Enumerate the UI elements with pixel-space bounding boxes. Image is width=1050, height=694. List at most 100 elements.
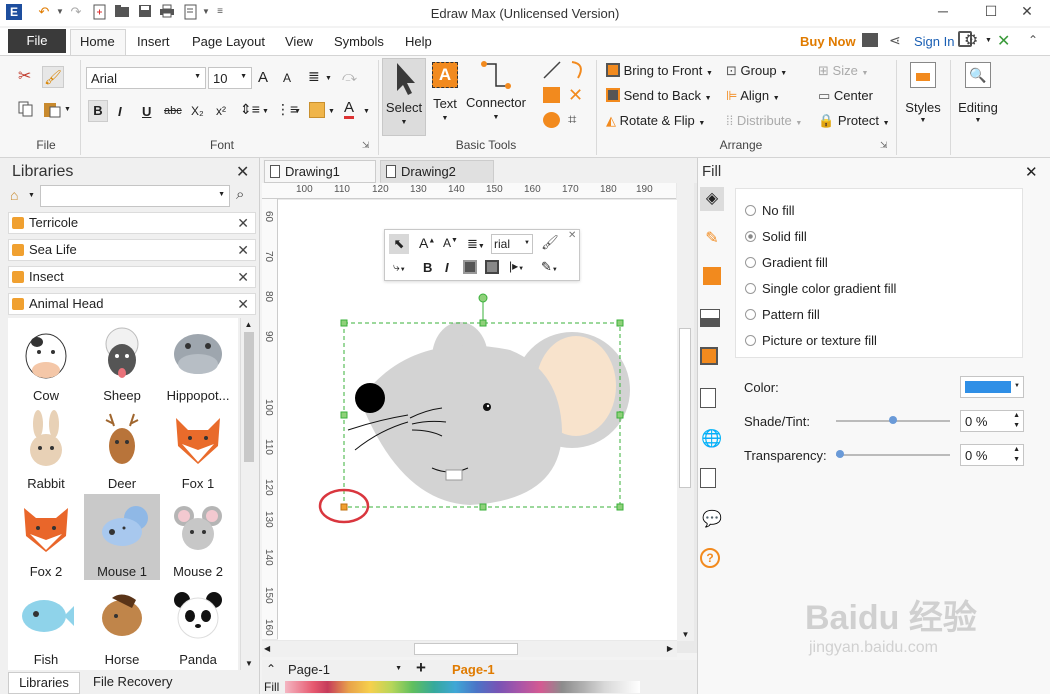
size-button[interactable]: ⊞ Size ▼ <box>818 63 868 79</box>
close-window-button[interactable]: ✕ <box>1004 0 1050 24</box>
tab-help[interactable]: Help <box>405 34 432 49</box>
pattern-fill-option[interactable]: Pattern fill <box>745 307 820 322</box>
cut-icon[interactable]: ✂ <box>18 66 31 86</box>
collapse-pages-icon[interactable]: ⌃ <box>266 662 276 676</box>
protect-button[interactable]: 🔒 Protect ▼ <box>818 113 890 129</box>
editing-button[interactable]: 🔍 Editing ▼ <box>954 60 1002 140</box>
styles-button[interactable]: Styles ▼ <box>900 60 946 140</box>
scroll-left-icon[interactable]: ◀ <box>264 644 270 653</box>
shape-mouse-1[interactable]: Mouse 1 <box>84 494 160 580</box>
tab-home[interactable]: Home <box>80 34 115 49</box>
collapse-ribbon-icon[interactable]: ⌃ <box>1028 33 1038 47</box>
shape-panda[interactable]: Panda <box>160 582 236 668</box>
dropdown-arrow-icon[interactable]: ▼ <box>262 108 269 115</box>
close-category-icon[interactable]: ✕ <box>237 213 249 233</box>
library-category-terricole[interactable]: Terricole ✕ <box>8 212 256 234</box>
format-painter-mini-icon[interactable]: 🖌 <box>541 234 559 251</box>
tab-page-layout[interactable]: Page Layout <box>192 34 265 49</box>
add-page-button[interactable]: + <box>416 658 426 678</box>
library-category-insect[interactable]: Insect ✕ <box>8 266 256 288</box>
line-tool-icon[interactable]: ✎ <box>700 227 724 251</box>
crop-icon[interactable]: ⌗ <box>568 111 576 128</box>
format-painter-icon[interactable]: 🖌 <box>42 66 64 88</box>
close-mini-toolbar-icon[interactable]: ✕ <box>568 230 576 241</box>
scrollbar-thumb[interactable] <box>679 328 691 488</box>
group-button[interactable]: ⊡ Group ▼ <box>726 63 787 79</box>
settings-gear-icon[interactable]: ⚙ <box>964 30 978 50</box>
copy-icon[interactable] <box>18 101 34 120</box>
color-palette[interactable] <box>285 681 640 693</box>
transparency-input[interactable]: 0 % ▲ ▼ <box>960 444 1024 466</box>
dropdown-arrow-icon[interactable]: ▼ <box>28 192 35 199</box>
sign-in-link[interactable]: Sign In <box>914 34 954 49</box>
tab-view[interactable]: View <box>285 34 313 49</box>
shape-rabbit[interactable]: Rabbit <box>8 406 84 492</box>
rotate-handle[interactable] <box>478 293 488 303</box>
rotate-flip-button[interactable]: ◭ Rotate & Flip ▼ <box>606 113 705 129</box>
page-tab-1[interactable]: Page-1 <box>452 662 495 677</box>
gradient-fill-option[interactable]: Gradient fill <box>745 255 828 270</box>
comment-tool-icon[interactable]: 💬 <box>700 508 724 532</box>
page-select[interactable]: Page-1 ▼ <box>284 661 406 679</box>
transparency-slider[interactable] <box>836 450 950 458</box>
close-libraries-icon[interactable]: ✕ <box>236 162 249 182</box>
close-fill-panel-icon[interactable]: ✕ <box>1025 163 1038 181</box>
dropdown-arrow-icon[interactable]: ▼ <box>64 106 71 113</box>
dropdown-arrow-icon[interactable]: ▼ <box>363 108 370 115</box>
shape-fox-1[interactable]: Fox 1 <box>160 406 236 492</box>
rectangle-shape-icon[interactable] <box>543 87 560 103</box>
connector-tool-button[interactable]: Connector ▼ <box>464 58 528 136</box>
text-direction-icon[interactable]: ⤼ <box>342 68 357 85</box>
no-fill-option[interactable]: No fill <box>745 203 795 218</box>
send-back-mini-icon[interactable] <box>485 260 499 274</box>
select-tool-button[interactable]: Select ▼ <box>382 58 426 136</box>
slider-thumb[interactable] <box>889 416 897 424</box>
spinner-icon[interactable]: ▲ ▼ <box>1013 411 1020 431</box>
file-recovery-tab[interactable]: File Recovery <box>93 674 172 689</box>
paste-icon[interactable] <box>42 100 62 121</box>
align-button[interactable]: ⊫ Align ▼ <box>726 88 780 104</box>
shape-sheep[interactable]: Sheep <box>84 318 160 404</box>
underline-button[interactable]: U <box>142 104 151 119</box>
style-mini-icon[interactable]: ✎▼ <box>541 259 558 275</box>
shade-tint-slider[interactable] <box>836 416 950 424</box>
shape-fox-2[interactable]: Fox 2 <box>8 494 84 580</box>
shape-cow[interactable]: Cow <box>8 318 84 404</box>
align-text-icon[interactable]: ≣ <box>308 68 320 85</box>
distribute-button[interactable]: ⁞⁞ Distribute ▼ <box>726 113 802 128</box>
shape-horse[interactable]: Horse <box>84 582 160 668</box>
close-category-icon[interactable]: ✕ <box>237 240 249 260</box>
search-icon[interactable]: ⌕ <box>236 186 244 203</box>
scroll-right-icon[interactable]: ▶ <box>667 644 673 653</box>
shrink-font-mini-button[interactable]: A▼ <box>443 236 458 250</box>
font-mini-select[interactable]: rial ▼ <box>491 234 533 254</box>
solid-fill-option[interactable]: Solid fill <box>745 229 807 244</box>
slider-thumb[interactable] <box>836 450 844 458</box>
font-name-select[interactable]: Arial ▼ <box>86 67 206 89</box>
resize-handle[interactable] <box>616 503 624 511</box>
image-tool-icon[interactable] <box>700 309 720 327</box>
scrollbar-thumb[interactable] <box>244 332 254 462</box>
line-shape-icon[interactable] <box>542 60 562 83</box>
ellipse-shape-icon[interactable] <box>543 112 560 128</box>
connector-mini-icon[interactable]: ⤷▼ <box>393 260 406 275</box>
close-category-icon[interactable]: ✕ <box>237 294 249 314</box>
cross-shape-icon[interactable]: ✕ <box>568 85 583 106</box>
shape-hippopotamus[interactable]: Hippopot... <box>160 318 236 404</box>
shape-mouse-2[interactable]: Mouse 2 <box>160 494 236 580</box>
picture-texture-fill-option[interactable]: Picture or texture fill <box>745 333 877 348</box>
strikethrough-button[interactable]: abc <box>164 105 182 117</box>
shape-deer[interactable]: Deer <box>84 406 160 492</box>
shadow-tool-icon[interactable] <box>703 267 721 285</box>
grow-font-mini-button[interactable]: A▲ <box>419 235 435 251</box>
resize-handle[interactable] <box>616 411 624 419</box>
text-tool-button[interactable]: A Text ▼ <box>428 58 462 136</box>
layers-tool-icon[interactable] <box>700 347 718 365</box>
resize-handle[interactable] <box>340 319 348 327</box>
single-color-gradient-fill-option[interactable]: Single color gradient fill <box>745 281 896 296</box>
arrange-dialog-launcher-icon[interactable]: ⇲ <box>880 140 888 151</box>
mouse-drawing[interactable] <box>300 290 660 530</box>
resize-handle-bottom-left[interactable] <box>340 503 348 511</box>
grow-font-button[interactable]: A <box>258 69 268 86</box>
tab-drawing2[interactable]: Drawing2 <box>380 160 494 183</box>
